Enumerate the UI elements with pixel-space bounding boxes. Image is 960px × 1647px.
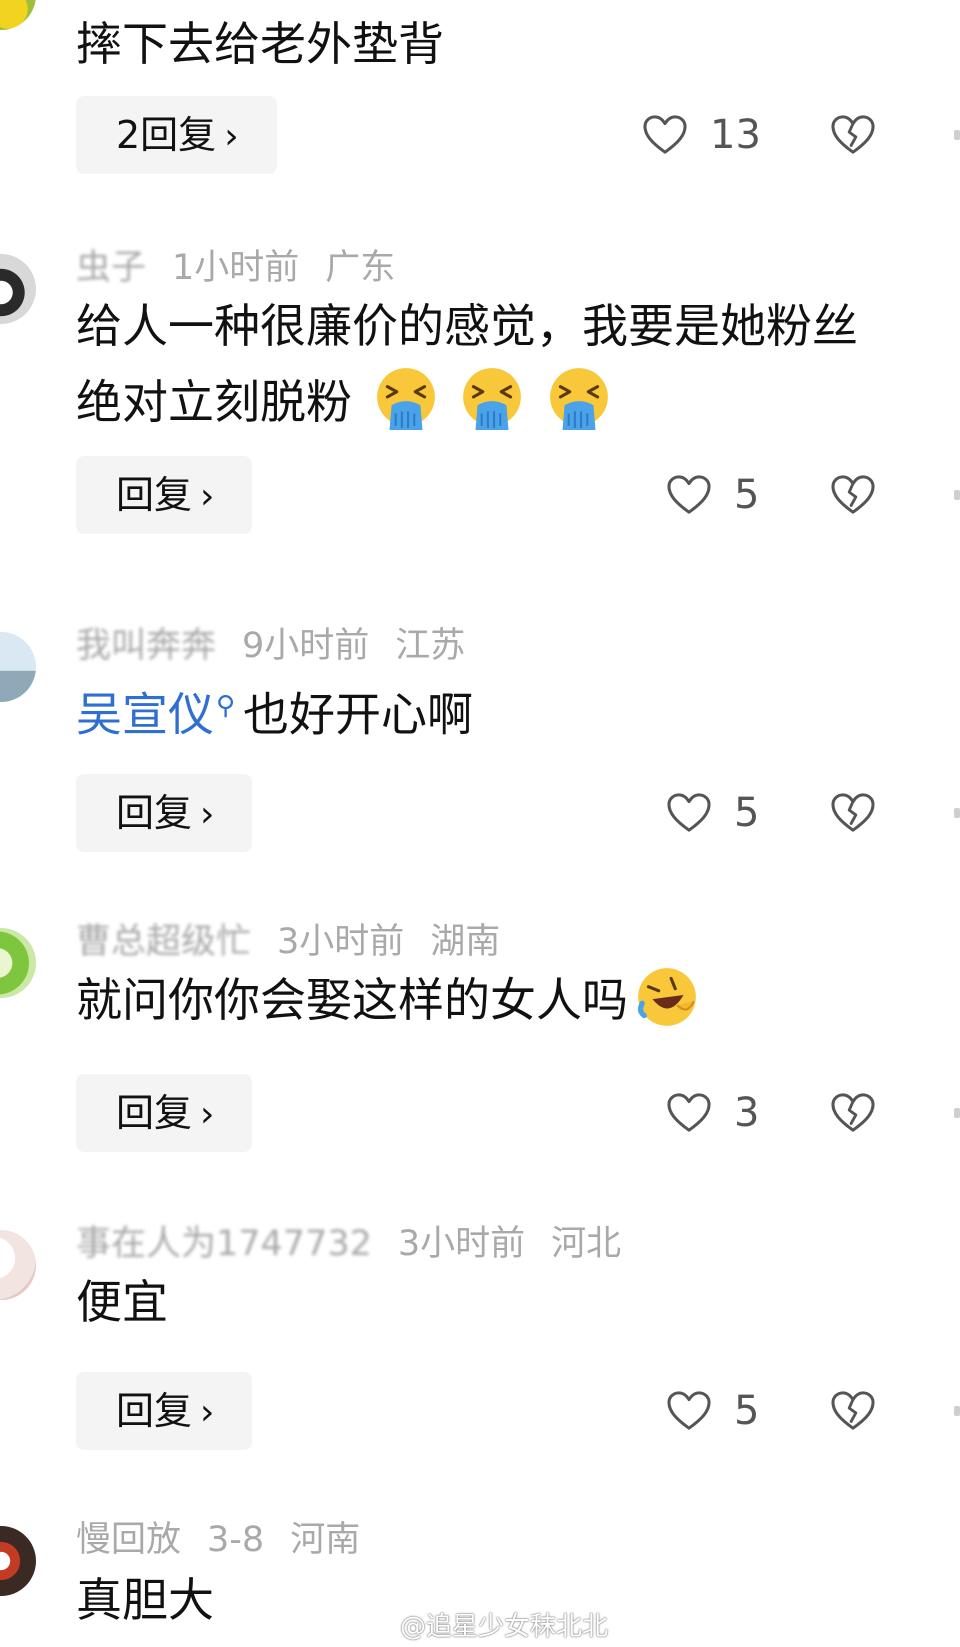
comment-meta: 慢回放 3-8 河南 (76, 1518, 386, 1562)
comment-text: 真胆大 (76, 1573, 214, 1627)
timestamp: 3小时前 (277, 922, 405, 962)
like-button[interactable]: 3 (666, 1074, 759, 1152)
username[interactable]: 曹总超级忙 (76, 922, 251, 962)
location: 河北 (551, 1224, 622, 1264)
like-count: 5 (734, 790, 760, 836)
broken-heart-icon[interactable] (830, 1390, 876, 1432)
heart-outline-icon (666, 1092, 712, 1134)
face-vomiting-emoji (373, 366, 439, 432)
comment-meta: 事在人为1747732 3小时前 河北 (76, 1222, 647, 1266)
reply-label: 回复 (116, 473, 193, 517)
avatar[interactable] (0, 254, 36, 324)
broken-heart-icon[interactable] (830, 792, 876, 834)
broken-heart-icon[interactable] (830, 474, 876, 516)
heart-outline-icon (666, 474, 712, 516)
comment-meta: 曹总超级忙 3小时前 湖南 (76, 920, 526, 964)
rolling-laughing-emoji (634, 964, 700, 1030)
location: 江苏 (395, 626, 466, 666)
timestamp: 1小时前 (172, 248, 300, 288)
reply-button[interactable]: 回复 › (76, 456, 253, 534)
broken-heart-icon[interactable] (830, 114, 876, 156)
location: 湖南 (430, 922, 501, 962)
timestamp: 3小时前 (397, 1224, 526, 1264)
more-icon[interactable] (954, 1406, 960, 1416)
mention-link[interactable]: 吴宣仪 (76, 687, 214, 741)
watermark-text: @追星少女秣北北 (400, 1612, 609, 1642)
watermark: @追星少女秣北北 (362, 1606, 608, 1643)
more-icon[interactable] (954, 130, 960, 140)
avatar[interactable] (0, 632, 36, 702)
comment-meta: 虫子 1小时前 广东 (76, 246, 421, 290)
comment-text-line2: 绝对立刻脱粉 (76, 364, 612, 440)
face-vomiting-emoji (459, 366, 525, 432)
more-icon[interactable] (954, 808, 960, 818)
chevron-right-icon: › (200, 794, 215, 835)
comment-text-content: 绝对立刻脱粉 (76, 375, 352, 429)
avatar[interactable] (0, 928, 36, 998)
like-count: 13 (710, 112, 761, 158)
more-icon[interactable] (954, 490, 960, 500)
chevron-right-icon: › (200, 1392, 215, 1433)
reply-button[interactable]: 回复 › (76, 774, 253, 852)
weibo-icon (362, 1613, 396, 1639)
like-button[interactable]: 13 (642, 96, 761, 174)
comment-feed: 摔下去给老外垫背 2回复 › 13 虫子 1小时前 广东 给人一种很廉价的感觉，我要是… (0, 0, 960, 1647)
like-button[interactable]: 5 (666, 774, 759, 852)
reply-label: 2回复 (116, 113, 217, 157)
face-vomiting-emoji (546, 366, 612, 432)
comment-text: 给人一种很廉价的感觉，我要是她粉丝 (76, 299, 858, 353)
reply-button[interactable]: 回复 › (76, 1372, 253, 1450)
avatar[interactable] (0, 1230, 36, 1300)
location: 河南 (290, 1520, 361, 1560)
username[interactable]: 事在人为1747732 (76, 1224, 372, 1264)
avatar[interactable] (0, 1526, 36, 1596)
reply-button[interactable]: 回复 › (76, 1074, 253, 1152)
like-count: 5 (734, 472, 760, 518)
comment-text-line: 就问你你会娶这样的女人吗 (76, 962, 700, 1038)
heart-outline-icon (642, 114, 688, 156)
chevron-right-icon: › (224, 116, 239, 157)
comment-text: 摔下去给老外垫背 (76, 17, 444, 71)
comment-text: 便宜 (76, 1275, 168, 1329)
comment-text: 就问你你会娶这样的女人吗 (76, 973, 628, 1027)
like-count: 3 (734, 1090, 760, 1136)
username[interactable]: 慢回放 (76, 1520, 181, 1560)
username[interactable]: 我叫奔奔 (76, 626, 216, 666)
reply-button[interactable]: 2回复 › (76, 96, 277, 174)
search-icon: ⚲ (216, 691, 236, 721)
reply-label: 回复 (116, 791, 193, 835)
avatar[interactable] (0, 0, 36, 30)
reply-label: 回复 (116, 1091, 193, 1135)
like-button[interactable]: 5 (666, 1372, 759, 1450)
comment-text-line: 吴宣仪⚲ 也好开心啊 (76, 668, 473, 752)
broken-heart-icon[interactable] (830, 1092, 876, 1134)
like-button[interactable]: 5 (666, 456, 759, 534)
username[interactable]: 虫子 (76, 248, 146, 288)
chevron-right-icon: › (200, 1094, 215, 1135)
more-icon[interactable] (954, 1108, 960, 1118)
comment-meta: 我叫奔奔 9小时前 江苏 (76, 624, 491, 668)
heart-outline-icon (666, 1390, 712, 1432)
timestamp: 3-8 (207, 1520, 265, 1560)
comment-text: 也好开心啊 (243, 687, 474, 742)
heart-outline-icon (666, 792, 712, 834)
location: 广东 (325, 248, 396, 288)
timestamp: 9小时前 (242, 626, 370, 666)
reply-label: 回复 (116, 1389, 193, 1433)
chevron-right-icon: › (200, 476, 215, 517)
like-count: 5 (734, 1388, 760, 1434)
